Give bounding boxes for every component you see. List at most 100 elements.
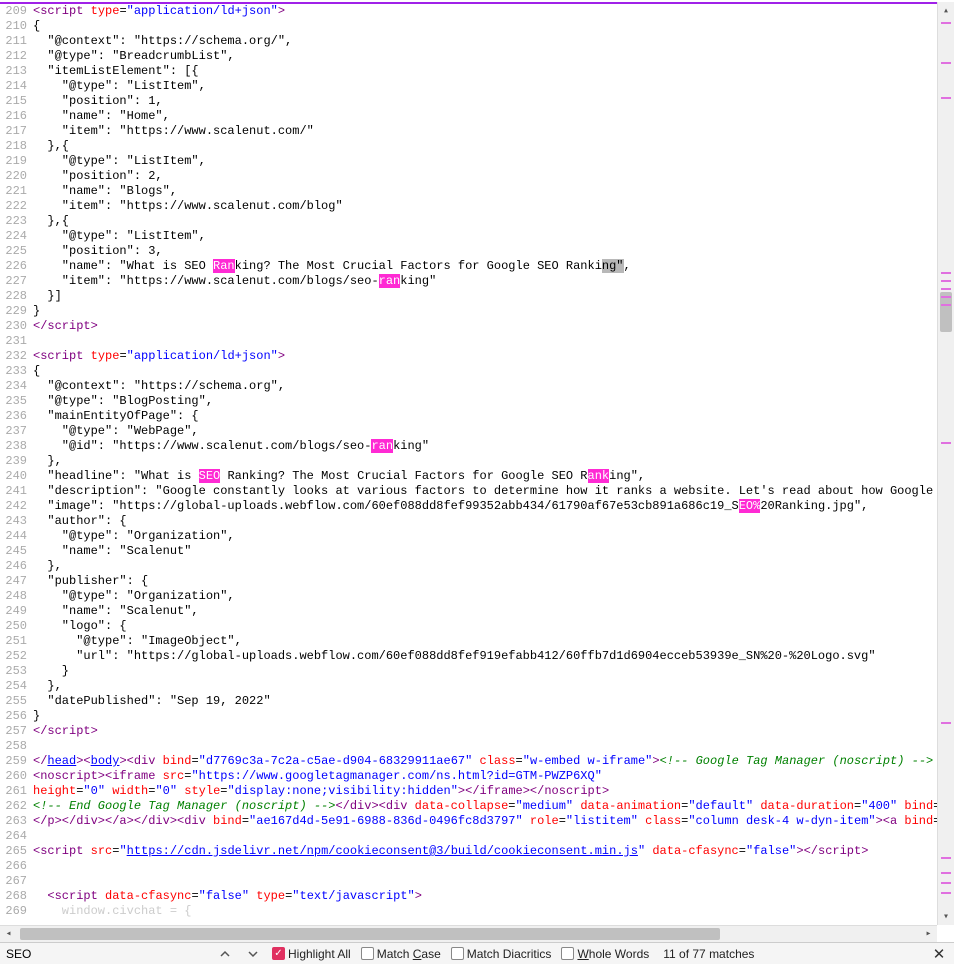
code-line <box>33 334 954 349</box>
code-line: </script> <box>33 724 954 739</box>
code-line: <!-- End Google Tag Manager (noscript) -… <box>33 799 954 814</box>
code-line: "@context": "https://schema.org/", <box>33 34 954 49</box>
code-line: "@type": "BreadcrumbList", <box>33 49 954 64</box>
code-line: height="0" width="0" style="display:none… <box>33 784 954 799</box>
code-line: "item": "https://www.scalenut.com/blog" <box>33 199 954 214</box>
code-line: "name": "Scalenut" <box>33 544 954 559</box>
code-line: "item": "https://www.scalenut.com/" <box>33 124 954 139</box>
search-match-mark <box>941 882 951 884</box>
search-match-mark <box>941 22 951 24</box>
code-line: "url": "https://global-uploads.webflow.c… <box>33 649 954 664</box>
code-line: "mainEntityOfPage": { <box>33 409 954 424</box>
checkbox-icon <box>451 947 464 960</box>
highlight-all-checkbox[interactable]: ✓ Highlight All <box>272 947 351 961</box>
code-line: "itemListElement": [{ <box>33 64 954 79</box>
code-line: "@type": "WebPage", <box>33 424 954 439</box>
scroll-down-icon[interactable]: ▾ <box>938 908 954 925</box>
code-line: "@type": "ImageObject", <box>33 634 954 649</box>
code-line <box>33 859 954 874</box>
code-line: "name": "Home", <box>33 109 954 124</box>
code-line: }] <box>33 289 954 304</box>
line-number-gutter: 2092102112122132142152162172182192202212… <box>0 4 33 925</box>
code-line: "@id": "https://www.scalenut.com/blogs/s… <box>33 439 954 454</box>
code-line: <script type="application/ld+json"> <box>33 349 954 364</box>
find-next-icon[interactable] <box>244 945 262 963</box>
search-match-mark <box>941 872 951 874</box>
code-line: "@type": "ListItem", <box>33 229 954 244</box>
code-line: "logo": { <box>33 619 954 634</box>
whole-words-checkbox[interactable]: Whole Words <box>561 947 649 961</box>
code-line: { <box>33 364 954 379</box>
code-line: "@type": "Organization", <box>33 529 954 544</box>
code-line: "name": "What is SEO Ranking? The Most C… <box>33 259 954 274</box>
code-area[interactable]: <script type="application/ld+json">{ "@c… <box>33 4 954 925</box>
checkbox-checked-icon: ✓ <box>272 947 285 960</box>
code-line: "position": 2, <box>33 169 954 184</box>
code-line: "publisher": { <box>33 574 954 589</box>
search-match-mark <box>941 280 951 282</box>
code-line: "image": "https://global-uploads.webflow… <box>33 499 954 514</box>
code-line: <script src="https://cdn.jsdelivr.net/np… <box>33 844 954 859</box>
search-input[interactable]: SEO <box>6 947 206 961</box>
code-line: "author": { <box>33 514 954 529</box>
vertical-scrollbar[interactable]: ▴ ▾ <box>937 2 954 925</box>
search-match-mark <box>941 857 951 859</box>
search-match-mark <box>941 272 951 274</box>
match-case-checkbox[interactable]: Match Case <box>361 947 441 961</box>
search-match-mark <box>941 442 951 444</box>
find-prev-icon[interactable] <box>216 945 234 963</box>
code-line: </head><body><div bind="d7769c3a-7c2a-c5… <box>33 754 954 769</box>
checkbox-icon <box>561 947 574 960</box>
code-line <box>33 829 954 844</box>
code-line: <script type="application/ld+json"> <box>33 4 954 19</box>
code-line: window.civchat = { <box>33 904 954 919</box>
code-line: </p></div></a></div><div bind="ae167d4d-… <box>33 814 954 829</box>
code-line: "@type": "BlogPosting", <box>33 394 954 409</box>
match-count: 11 of 77 matches <box>663 947 754 961</box>
scrollbar-thumb[interactable] <box>940 292 952 332</box>
scrollbar-thumb-h[interactable] <box>20 928 720 940</box>
code-line: "headline": "What is SEO Ranking? The Mo… <box>33 469 954 484</box>
code-line: },{ <box>33 139 954 154</box>
code-line <box>33 874 954 889</box>
code-line: "name": "Scalenut", <box>33 604 954 619</box>
code-line: }, <box>33 559 954 574</box>
search-match-mark <box>941 892 951 894</box>
search-match-mark <box>941 288 951 290</box>
search-match-mark <box>941 296 951 298</box>
code-line: </script> <box>33 319 954 334</box>
code-line: } <box>33 304 954 319</box>
search-match-mark <box>941 722 951 724</box>
code-line: "position": 3, <box>33 244 954 259</box>
search-match-mark <box>941 62 951 64</box>
code-line: "@type": "ListItem", <box>33 79 954 94</box>
code-line: "datePublished": "Sep 19, 2022" <box>33 694 954 709</box>
close-icon[interactable]: ✕ <box>930 945 948 963</box>
match-diacritics-checkbox[interactable]: Match Diacritics <box>451 947 552 961</box>
code-line: { <box>33 19 954 34</box>
code-line: "name": "Blogs", <box>33 184 954 199</box>
code-line: "position": 1, <box>33 94 954 109</box>
whole-words-label: Whole Words <box>577 947 649 961</box>
code-line: }, <box>33 454 954 469</box>
highlight-all-label: Highlight All <box>288 947 351 961</box>
scroll-right-icon[interactable]: ▸ <box>920 926 937 942</box>
horizontal-scrollbar[interactable]: ◂ ▸ <box>0 925 937 942</box>
code-line: }, <box>33 679 954 694</box>
code-line <box>33 739 954 754</box>
code-line: "description": "Google constantly looks … <box>33 484 954 499</box>
scroll-up-icon[interactable]: ▴ <box>938 2 954 19</box>
code-line: "@type": "ListItem", <box>33 154 954 169</box>
code-line: } <box>33 664 954 679</box>
search-match-mark <box>941 97 951 99</box>
code-editor: 2092102112122132142152162172182192202212… <box>0 2 954 925</box>
match-case-label: Match Case <box>377 947 441 961</box>
search-match-mark <box>941 304 951 306</box>
scroll-left-icon[interactable]: ◂ <box>0 926 17 942</box>
diacritics-label: Match Diacritics <box>467 947 552 961</box>
code-line: } <box>33 709 954 724</box>
find-bar: SEO ✓ Highlight All Match Case Match Dia… <box>0 942 954 964</box>
code-line: },{ <box>33 214 954 229</box>
code-line: "item": "https://www.scalenut.com/blogs/… <box>33 274 954 289</box>
checkbox-icon <box>361 947 374 960</box>
